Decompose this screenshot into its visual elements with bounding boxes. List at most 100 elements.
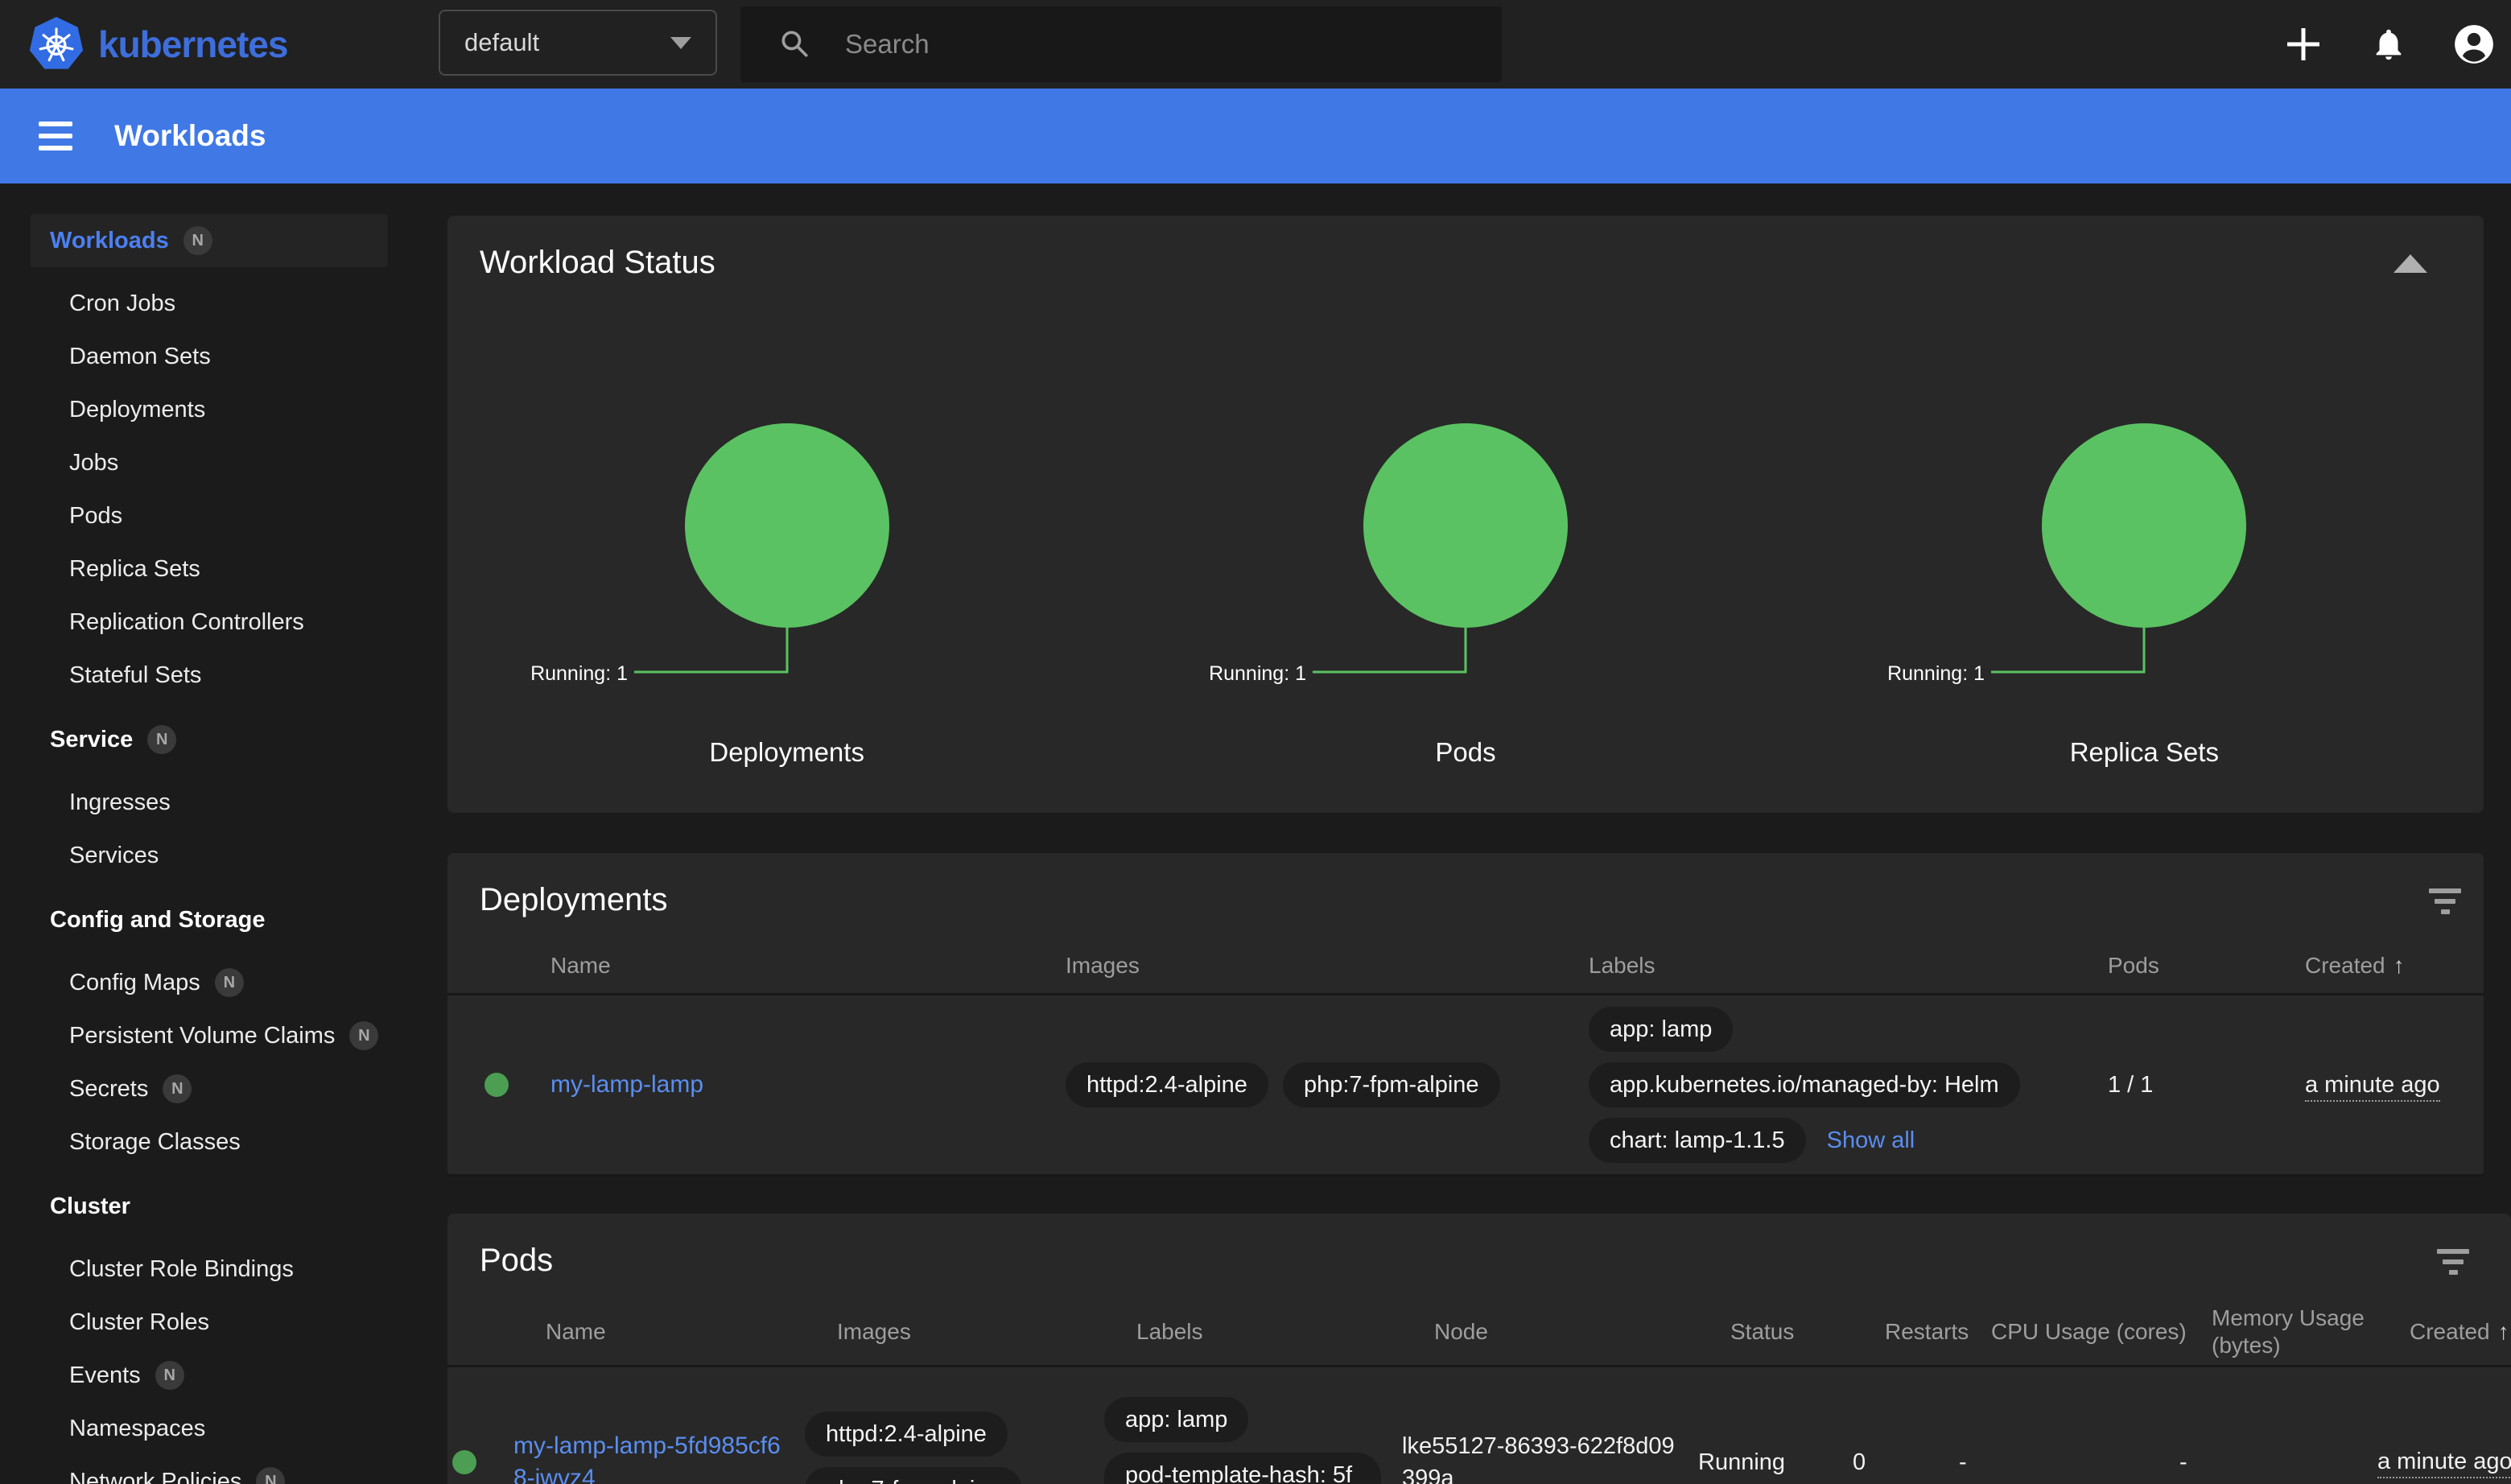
deployments-card-title: Deployments [447,853,2484,938]
sidebar-item-label: Namespaces [69,1416,205,1442]
sidebar-item-cluster-role-bindings[interactable]: Cluster Role Bindings [0,1243,418,1296]
label-chip: app.kubernetes.io/managed-by: Helm [1589,1062,2020,1107]
sidebar-item-label: Events [69,1362,141,1389]
created-cell: a minute ago [2377,1449,2511,1478]
sidebar-item-cluster-roles[interactable]: Cluster Roles [0,1296,418,1349]
sidebar-item-stateful-sets[interactable]: Stateful Sets [0,649,418,702]
column-header-images[interactable]: Images [1066,952,1589,979]
sidebar-item-deployments[interactable]: Deployments [0,383,418,436]
sidebar-item-label: Config and Storage [50,907,265,934]
new-resource-badge: N [147,725,176,754]
status-cell: Running [1698,1446,1853,1478]
workload-status-title: Workload Status [447,216,2484,300]
sidebar-item-secrets[interactable]: SecretsN [0,1062,418,1115]
search-icon [777,27,813,62]
column-header-restarts[interactable]: Restarts [1885,1318,1991,1346]
header-actions [2282,0,2495,89]
sidebar-item-replication-controllers[interactable]: Replication Controllers [0,596,418,649]
column-header-labels[interactable]: Labels [1136,1318,1434,1346]
sidebar-item-service[interactable]: ServiceN [0,713,418,766]
column-header-name[interactable]: Name [550,952,1066,979]
column-header-status[interactable]: Status [1730,1318,1885,1346]
pie-slice-label: Running: 1 [530,662,628,685]
collapse-card-icon[interactable] [2393,254,2427,273]
sidebar-item-storage-classes[interactable]: Storage Classes [0,1115,418,1169]
sidebar-item-daemon-sets[interactable]: Daemon Sets [0,330,418,383]
sidebar-item-label: Cluster [50,1193,130,1220]
sidebar-item-label: Ingresses [69,789,171,816]
sidebar-item-label: Config Maps [69,970,200,996]
sidebar-item-cluster[interactable]: Cluster [0,1180,418,1233]
kubernetes-logo-icon [29,17,84,72]
column-header-name[interactable]: Name [546,1318,837,1346]
restarts-cell: 0 [1853,1446,1959,1478]
sidebar-item-config-maps[interactable]: Config Maps N [0,956,418,1009]
sidebar-item-label: Daemon Sets [69,344,211,370]
sidebar-item-namespaces[interactable]: Namespaces [0,1402,418,1455]
column-header-labels[interactable]: Labels [1589,952,2108,979]
new-resource-badge: N [256,1467,285,1484]
sidebar-item-workloads[interactable]: WorkloadsN [31,214,388,267]
create-new-resource-icon[interactable] [2282,23,2324,65]
deployment-name-link[interactable]: my-lamp-lamp [550,1069,728,1101]
sidebar-item-config-and-storage[interactable]: Config and Storage [0,893,418,946]
label-chip: app: lamp [1589,1007,1733,1052]
new-resource-badge: N [215,968,244,997]
sidebar-item-label: Cron Jobs [69,291,175,317]
pie-chart-svg: Running: 1 [513,421,1061,711]
sidebar-item-network-policies[interactable]: Network Policies N [0,1455,418,1484]
image-chip: php:7-fpm-alpine [1283,1062,1500,1107]
pod-name-link[interactable]: my-lamp-lamp-5fd985cf68-jwvz4 [513,1430,805,1484]
sidebar-item-label: Storage Classes [69,1129,241,1156]
sidebar-item-label: Workloads [50,228,169,254]
sidebar-item-label: Stateful Sets [69,662,201,689]
page-title: Workloads [114,119,266,153]
show-all-link[interactable]: Show all [1827,1127,1915,1154]
workload-status-card: Workload Status Running: 1 Deployments R [447,216,2484,813]
sidebar-item-ingresses[interactable]: Ingresses [0,776,418,829]
pod-table-row: my-lamp-lamp-5fd985cf68-jwvz4 httpd:2.4-… [447,1367,2511,1484]
brand-wordmark: kubernetes [98,23,287,66]
memory-usage-cell: - [2179,1446,2377,1478]
search-input[interactable] [845,29,1457,60]
pods-card-title: Pods [447,1214,2511,1298]
replica-sets-pie-chart: Running: 1 Replica Sets [1805,421,2484,768]
sidebar-item-replica-sets[interactable]: Replica Sets [0,542,418,596]
filter-icon[interactable] [2429,888,2461,914]
column-header-memory[interactable]: Memory Usage (bytes) [2212,1305,2410,1359]
deployments-table-header: Name Images Labels Pods Created↑ [447,938,2484,996]
deployment-table-row: my-lamp-lamp httpd:2.4-alpine php:7-fpm-… [447,996,2484,1177]
sidebar-nav: WorkloadsNCron JobsDaemon SetsDeployment… [0,183,418,1484]
sidebar-item-pods[interactable]: Pods [0,489,418,542]
notifications-bell-icon[interactable] [2368,23,2410,65]
filter-icon[interactable] [2437,1249,2469,1275]
sidebar-item-events[interactable]: EventsN [0,1349,418,1402]
chevron-down-icon [670,37,691,49]
column-header-cpu[interactable]: CPU Usage (cores) [1991,1318,2212,1346]
pie-chart-svg: Running: 1 [1870,421,2418,711]
sidebar-item-jobs[interactable]: Jobs [0,436,418,489]
labels-cell: app: lamp app.kubernetes.io/managed-by: … [1589,996,2108,1174]
label-chip: pod-template-hash: 5fd985cf68 [1104,1453,1381,1484]
column-header-images[interactable]: Images [837,1318,1136,1346]
sidebar-item-services[interactable]: Services [0,829,418,882]
sort-ascending-icon: ↑ [2393,953,2405,978]
sidebar-item-label: Pods [69,503,122,530]
chart-title: Deployments [447,737,1126,768]
search-bar[interactable] [740,6,1502,82]
column-header-pods[interactable]: Pods [2108,952,2305,979]
sidebar-item-label: Secrets [69,1076,148,1103]
column-header-created[interactable]: Created↑ [2305,952,2484,979]
sidebar-item-persistent-volume-claims[interactable]: Persistent Volume ClaimsN [0,1009,418,1062]
column-header-node[interactable]: Node [1434,1318,1730,1346]
sidebar-item-cron-jobs[interactable]: Cron Jobs [0,277,418,330]
namespace-selector[interactable]: default [439,10,717,76]
pods-count-cell: 1 / 1 [2108,1069,2305,1101]
sidebar-item-label: Network Policies [69,1469,241,1484]
user-avatar-icon[interactable] [2453,23,2495,65]
namespace-value: default [464,28,539,57]
kubernetes-brand[interactable]: kubernetes [29,0,287,89]
column-header-created[interactable]: Created↑ [2410,1318,2511,1346]
labels-cell: app: lamp pod-template-hash: 5fd985cf68 [1104,1386,1402,1484]
menu-icon[interactable] [34,117,77,155]
